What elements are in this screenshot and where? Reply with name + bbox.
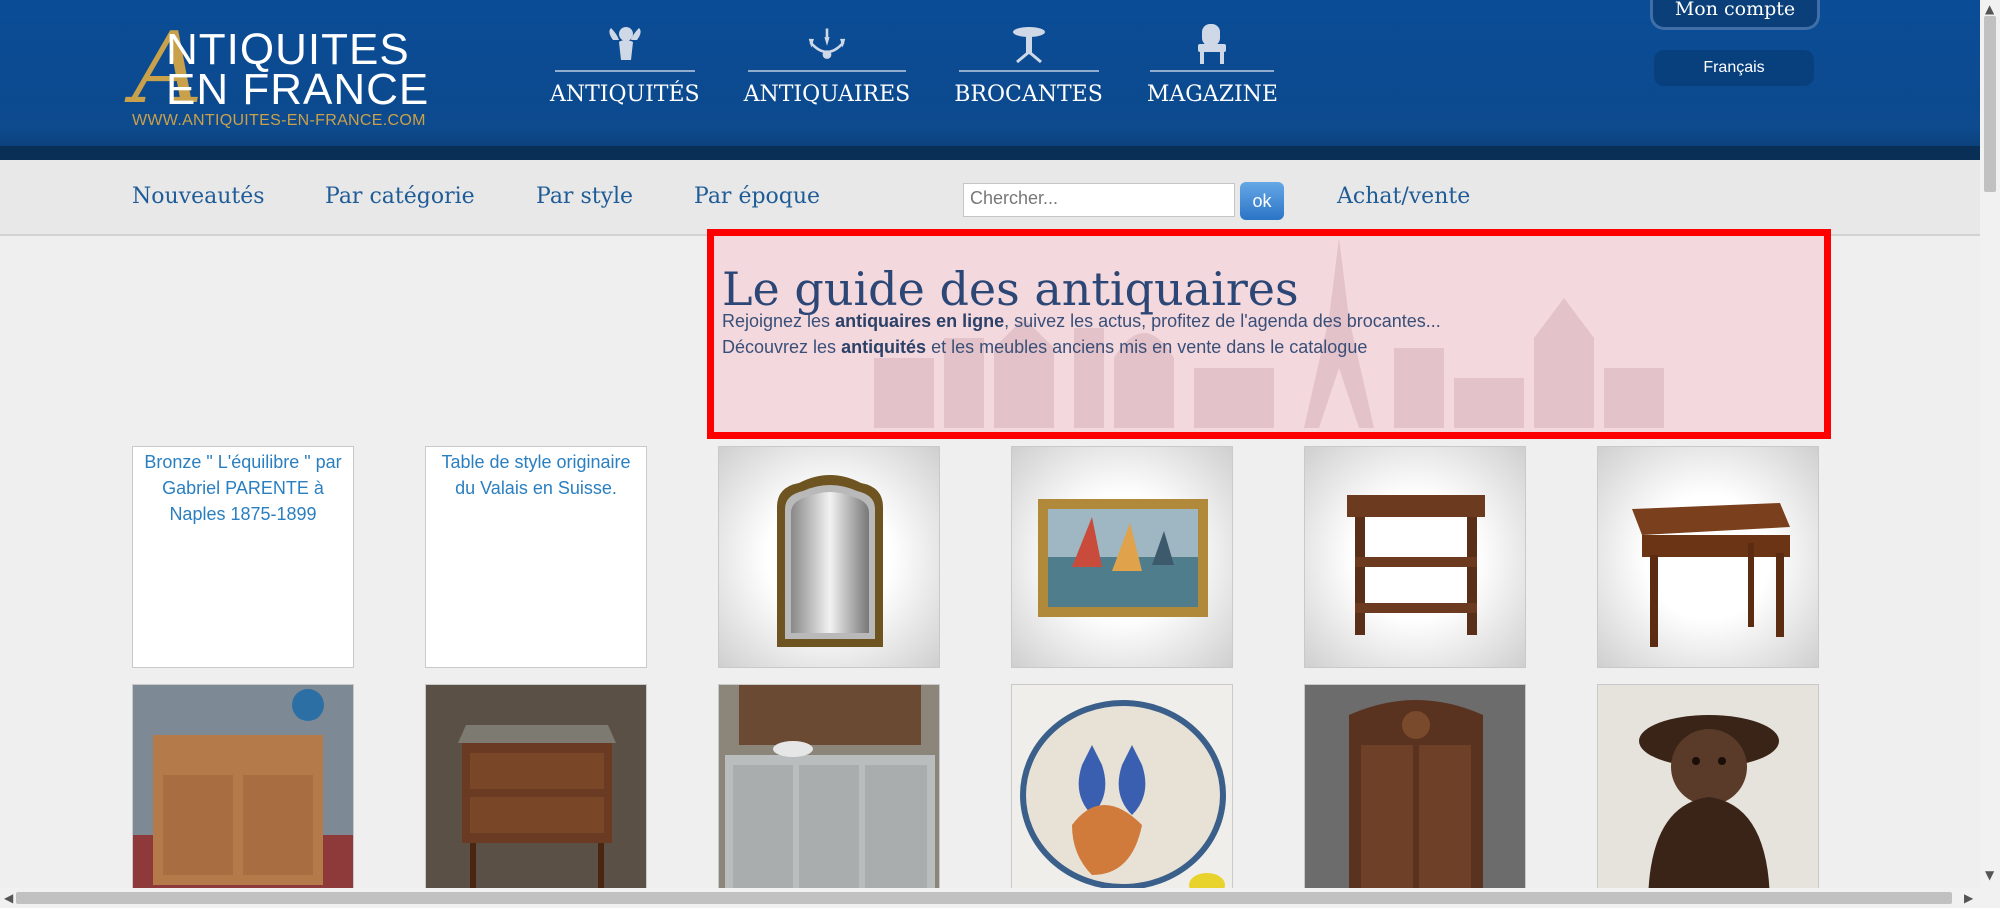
item-card-statue[interactable] <box>1597 684 1819 906</box>
guide-title: Le guide des antiquaires <box>722 262 1299 316</box>
vertical-scrollbar[interactable]: ▲ ▼ <box>1980 0 2000 908</box>
nav-label: BROCANTES <box>954 82 1103 107</box>
item-card-mirror[interactable] <box>718 446 940 668</box>
nav-divider <box>958 70 1099 72</box>
marquetry-commode-image <box>458 725 616 893</box>
horizontal-scrollbar[interactable]: ◀ ▶ <box>0 888 1980 908</box>
guide-line1-text-end: , suivez les actus, profitez de l'agenda… <box>1004 311 1441 331</box>
search-input[interactable]: Chercher... <box>963 183 1235 217</box>
harbor-painting-image <box>1038 499 1208 617</box>
item-card-armoire[interactable] <box>1304 684 1526 906</box>
item-card-painted-buffet[interactable] <box>718 684 940 906</box>
wooden-server-table-image <box>1347 495 1485 635</box>
account-button[interactable]: Mon compte <box>1650 0 1820 30</box>
carved-armoire-image <box>1349 700 1483 905</box>
pedestal-table-icon <box>1009 22 1049 66</box>
nav-divider <box>554 70 695 72</box>
cat-ceramic-plate-image <box>1020 700 1226 897</box>
nav-antiquaires[interactable]: ANTIQUAIRES <box>743 22 911 107</box>
item-card-desk[interactable] <box>1597 446 1819 668</box>
site-header: A NTIQUITES EN FRANCE WWW.ANTIQUITES-EN-… <box>0 0 1980 160</box>
scroll-up-icon[interactable]: ▲ <box>1985 2 1994 16</box>
armchair-icon <box>1192 22 1232 66</box>
guide-line2: Découvrez les antiquités et les meubles … <box>722 337 1367 358</box>
item-card-buffet[interactable] <box>132 684 354 906</box>
bronze-figure-statue-image <box>1639 715 1779 905</box>
guide-banner: Le guide des antiquaires Rejoignez les a… <box>707 229 1831 439</box>
search-ok-button[interactable]: ok <box>1240 182 1284 220</box>
item-card-commode[interactable] <box>425 684 647 906</box>
chandelier-icon <box>807 22 847 66</box>
gilt-mirror-image <box>777 475 883 647</box>
wooden-buffet-cabinet-image <box>133 689 353 905</box>
guide-link-antiquites[interactable]: antiquités <box>841 337 926 357</box>
horizontal-scroll-thumb[interactable] <box>16 892 1952 904</box>
subnav-nouveautes[interactable]: Nouveautés <box>132 184 265 209</box>
scroll-left-icon[interactable]: ◀ <box>4 891 13 905</box>
secondary-nav: Nouveautés Par catégorie Par style Par é… <box>0 160 1980 236</box>
scroll-down-icon[interactable]: ▼ <box>1985 868 1994 882</box>
guide-line2-text: Découvrez les <box>722 337 842 357</box>
nav-label: MAGAZINE <box>1146 82 1278 107</box>
item-card-painting[interactable] <box>1011 446 1233 668</box>
nav-divider <box>747 70 906 72</box>
broken-image-alt: Table de style originaire du Valais en S… <box>441 452 631 498</box>
subnav-par-epoque[interactable]: Par époque <box>694 184 820 209</box>
cherub-icon <box>605 22 645 66</box>
nav-antiquites[interactable]: ANTIQUITÉS <box>550 22 700 107</box>
vertical-scroll-thumb[interactable] <box>1984 16 1996 192</box>
writing-desk-image <box>1632 503 1790 647</box>
nav-label: ANTIQUAIRES <box>743 82 911 107</box>
logo-url: WWW.ANTIQUITES-EN-FRANCE.COM <box>132 112 426 129</box>
subnav-achat-vente[interactable]: Achat/vente <box>1337 184 1470 209</box>
painted-buffet-image <box>725 685 935 905</box>
language-selector[interactable]: Français <box>1654 50 1814 86</box>
item-card-table-valais[interactable]: Table de style originaire du Valais en S… <box>425 446 647 668</box>
logo-line2: EN FRANCE <box>166 65 430 114</box>
guide-line1-text: Rejoignez les <box>722 311 836 331</box>
nav-magazine[interactable]: MAGAZINE <box>1147 22 1278 107</box>
nav-brocantes[interactable]: BROCANTES <box>954 22 1103 107</box>
broken-image-alt: Bronze " L'équilibre " par Gabriel PAREN… <box>144 452 342 524</box>
guide-link-antiquaires[interactable]: antiquaires en ligne <box>835 311 1004 331</box>
item-card-plate[interactable] <box>1011 684 1233 906</box>
scroll-right-icon[interactable]: ▶ <box>1964 891 1973 905</box>
site-logo[interactable]: A NTIQUITES EN FRANCE WWW.ANTIQUITES-EN-… <box>132 20 432 132</box>
subnav-par-style[interactable]: Par style <box>536 184 633 209</box>
item-card-bronze[interactable]: Bronze " L'équilibre " par Gabriel PAREN… <box>132 446 354 668</box>
guide-line2-text-end: et les meubles anciens mis en vente dans… <box>926 337 1368 357</box>
main-nav: ANTIQUITÉS ANTIQUAIRES BROCANTES MAGAZIN… <box>550 22 1322 107</box>
nav-label: ANTIQUITÉS <box>550 82 700 107</box>
nav-divider <box>1150 70 1275 72</box>
subnav-par-categorie[interactable]: Par catégorie <box>325 184 475 209</box>
item-card-server[interactable] <box>1304 446 1526 668</box>
guide-line1: Rejoignez les antiquaires en ligne, suiv… <box>722 311 1441 332</box>
